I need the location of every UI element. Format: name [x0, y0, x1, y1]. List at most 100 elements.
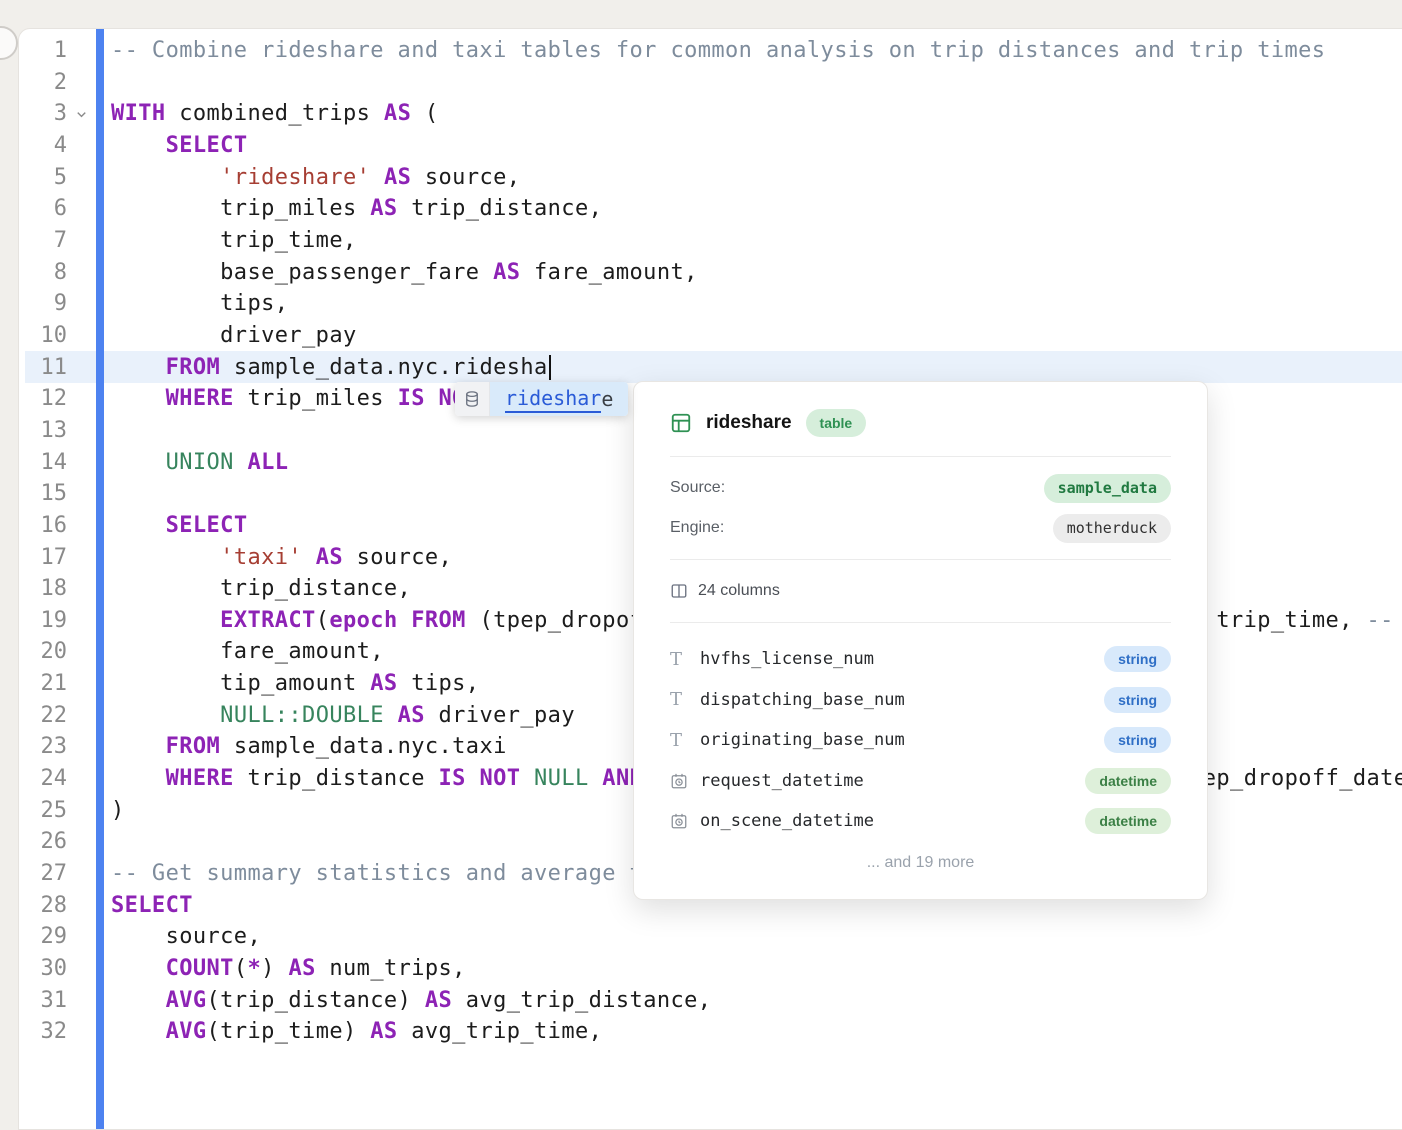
line-number[interactable]: 13	[19, 415, 67, 447]
line-number[interactable]: 25	[19, 795, 67, 827]
line-number[interactable]: 1	[19, 35, 67, 67]
line-number[interactable]: 28	[19, 890, 67, 922]
datetime-icon	[670, 812, 700, 830]
gutter-row: 7	[19, 225, 95, 257]
code-line-29[interactable]: source,	[111, 921, 1402, 953]
fold-spacer	[67, 257, 95, 289]
line-number[interactable]: 26	[19, 826, 67, 858]
code-line-1[interactable]: -- Combine rideshare and taxi tables for…	[111, 35, 1402, 67]
code-segment: trip_distance,	[111, 576, 411, 601]
code-line-5[interactable]: 'rideshare' AS source,	[111, 162, 1402, 194]
gutter-row: 13	[19, 415, 95, 447]
code-line-32[interactable]: AVG(trip_time) AS avg_trip_time,	[111, 1016, 1402, 1048]
divider	[670, 622, 1171, 623]
line-number[interactable]: 29	[19, 921, 67, 953]
gutter-row: 31	[19, 985, 95, 1017]
gutter-row: 11	[19, 352, 95, 384]
gutter-row: 30	[19, 953, 95, 985]
gutter-row: 17	[19, 542, 95, 574]
line-number[interactable]: 23	[19, 731, 67, 763]
code-segment: (	[316, 608, 330, 633]
gutter-row: 5	[19, 162, 95, 194]
line-number[interactable]: 31	[19, 985, 67, 1017]
line-number[interactable]: 14	[19, 447, 67, 479]
line-number[interactable]: 18	[19, 573, 67, 605]
autocomplete-item-rideshare[interactable]: rideshare	[490, 382, 628, 416]
code-segment: AVG	[166, 988, 207, 1013]
column-row-originating_base_num: Toriginating_base_numstring	[670, 720, 1171, 761]
line-number[interactable]: 17	[19, 542, 67, 574]
datetime-icon	[670, 772, 700, 790]
meta-value-pill: motherduck	[1053, 514, 1171, 543]
code-line-7[interactable]: trip_time,	[111, 225, 1402, 257]
line-number[interactable]: 11	[19, 352, 67, 384]
line-number[interactable]: 2	[19, 67, 67, 99]
code-segment: source,	[411, 165, 520, 190]
partial-circle-decoration	[0, 26, 18, 60]
fold-spacer	[67, 478, 95, 510]
line-number[interactable]: 20	[19, 636, 67, 668]
code-segment: )	[111, 798, 125, 823]
code-segment: COUNT	[166, 956, 234, 981]
code-line-3[interactable]: WITH combined_trips AS (	[111, 98, 1402, 130]
gutter-row: 28	[19, 890, 95, 922]
line-number[interactable]: 15	[19, 478, 67, 510]
column-row-on_scene_datetime: on_scene_datetimedatetime	[670, 801, 1171, 842]
fold-spacer	[67, 700, 95, 732]
line-number[interactable]: 30	[19, 953, 67, 985]
line-number[interactable]: 32	[19, 1016, 67, 1048]
code-segment: WITH	[111, 101, 166, 126]
code-line-10[interactable]: driver_pay	[111, 320, 1402, 352]
column-name: originating_base_num	[700, 730, 1104, 750]
gutter-row: 29	[19, 921, 95, 953]
code-segment	[384, 703, 398, 728]
fold-spacer	[67, 383, 95, 415]
code-line-11[interactable]: FROM sample_data.nyc.ridesha	[111, 352, 1402, 384]
line-number[interactable]: 19	[19, 605, 67, 637]
gutter-line-numbers[interactable]: 1234567891011121314151617181920212223242…	[19, 35, 95, 1048]
code-segment	[111, 956, 166, 981]
line-number[interactable]: 12	[19, 383, 67, 415]
line-number[interactable]: 27	[19, 858, 67, 890]
code-line-31[interactable]: AVG(trip_distance) AS avg_trip_distance,	[111, 985, 1402, 1017]
code-segment	[111, 608, 220, 633]
code-line-9[interactable]: tips,	[111, 288, 1402, 320]
code-segment: AS	[316, 545, 343, 570]
line-number[interactable]: 9	[19, 288, 67, 320]
code-segment: combined_trips	[166, 101, 384, 126]
line-number[interactable]: 3	[19, 98, 67, 130]
code-line-4[interactable]: SELECT	[111, 130, 1402, 162]
code-segment	[111, 133, 166, 158]
code-segment: WHERE	[166, 766, 234, 791]
gutter-row: 19	[19, 605, 95, 637]
line-number[interactable]: 6	[19, 193, 67, 225]
code-segment: base_passenger_fare	[111, 260, 493, 285]
code-line-30[interactable]: COUNT(*) AS num_trips,	[111, 953, 1402, 985]
code-segment	[111, 1019, 166, 1044]
gutter-row: 9	[19, 288, 95, 320]
code-segment: (	[234, 956, 248, 981]
line-number[interactable]: 5	[19, 162, 67, 194]
line-number[interactable]: 7	[19, 225, 67, 257]
fold-spacer	[67, 826, 95, 858]
gutter-row: 6	[19, 193, 95, 225]
columns-count-label: 24 columns	[698, 582, 780, 600]
table-icon	[670, 412, 692, 434]
line-number[interactable]: 24	[19, 763, 67, 795]
code-segment: UNION	[166, 450, 234, 475]
gutter-accent-bar	[96, 29, 104, 1129]
fold-spacer	[67, 795, 95, 827]
line-number[interactable]: 22	[19, 700, 67, 732]
line-number[interactable]: 8	[19, 257, 67, 289]
code-line-6[interactable]: trip_miles AS trip_distance,	[111, 193, 1402, 225]
fold-spacer	[67, 890, 95, 922]
fold-chevron-icon[interactable]	[67, 98, 95, 130]
line-number[interactable]: 21	[19, 668, 67, 700]
fold-spacer	[67, 731, 95, 763]
line-number[interactable]: 4	[19, 130, 67, 162]
line-number[interactable]: 10	[19, 320, 67, 352]
gutter-row: 24	[19, 763, 95, 795]
code-line-2[interactable]	[111, 67, 1402, 99]
line-number[interactable]: 16	[19, 510, 67, 542]
code-line-8[interactable]: base_passenger_fare AS fare_amount,	[111, 257, 1402, 289]
